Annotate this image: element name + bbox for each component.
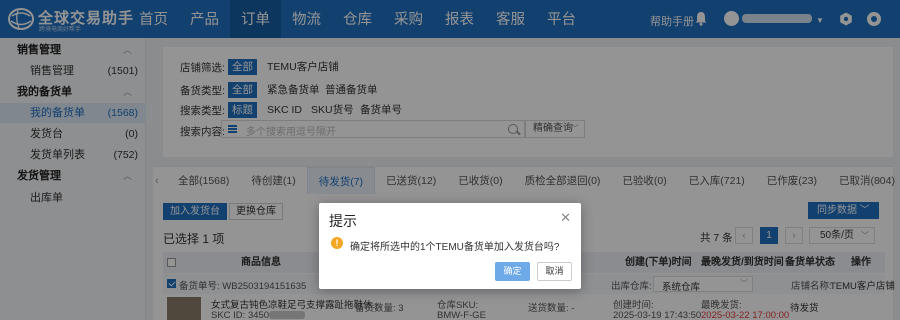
dialog-title: 提示: [329, 213, 357, 229]
confirm-dialog: 提示 ✕ ! 确定将所选中的1个TEMU备货单加入发货台吗? 确定 取消: [319, 203, 581, 289]
dialog-message: 确定将所选中的1个TEMU备货单加入发货台吗?: [350, 242, 560, 253]
warning-icon: !: [331, 237, 343, 249]
cancel-button[interactable]: 取消: [537, 262, 572, 281]
confirm-button[interactable]: 确定: [495, 262, 530, 281]
close-icon[interactable]: ✕: [560, 210, 571, 226]
